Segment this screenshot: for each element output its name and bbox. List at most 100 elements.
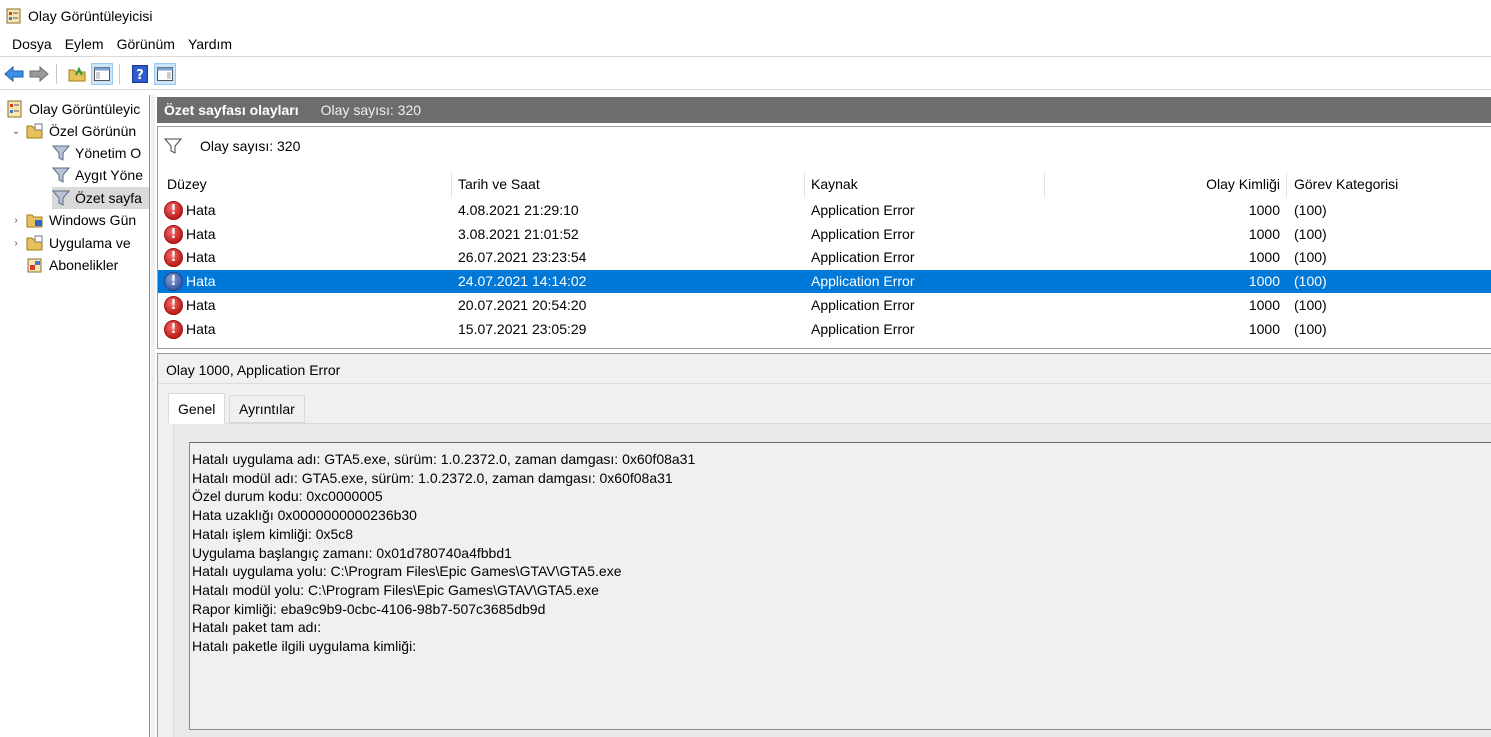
event-category: (100) <box>1294 202 1327 218</box>
description-line: Hata uzaklığı 0x0000000000236b30 <box>192 507 417 524</box>
help-icon[interactable]: ? <box>129 63 151 85</box>
description-line: Hatalı uygulama adı: GTA5.exe, sürüm: 1.… <box>192 451 696 467</box>
forward-arrow-icon[interactable] <box>28 63 50 85</box>
summary-title: Özet sayfası olayları <box>164 102 299 118</box>
detail-title: Olay 1000, Application Error <box>166 362 341 378</box>
description-line: Hatalı paket tam adı: <box>192 619 322 636</box>
menu-yardim[interactable]: Yardım <box>182 33 238 55</box>
menu-bar: Dosya Eylem Görünüm Yardım <box>0 32 1491 57</box>
chevron-right-icon[interactable]: › <box>10 238 22 249</box>
description-line: Hatalı modül adı: GTA5.exe, sürüm: 1.0.2… <box>192 469 673 486</box>
toolbar-separator <box>56 63 57 84</box>
error-icon: ! <box>164 248 183 268</box>
tab-details[interactable]: Ayrıntılar <box>229 395 305 423</box>
event-source: Application Error <box>811 202 915 218</box>
tree-item-app-logs[interactable]: › Uygulama ve <box>10 232 130 254</box>
tree-item-summary-events[interactable]: Özet sayfa <box>51 187 149 209</box>
event-viewer-icon <box>6 100 24 118</box>
chevron-right-icon[interactable]: › <box>10 215 22 226</box>
event-source: Application Error <box>811 225 915 242</box>
error-icon: ! <box>164 272 183 292</box>
console-tree-icon[interactable] <box>91 62 113 85</box>
event-row[interactable]: ! Hata 15.07.2021 23:05:29 Application Erro… <box>158 318 1491 341</box>
event-row[interactable]: ! Hata 20.07.2021 20:54:20 Application Erro… <box>158 294 1491 317</box>
window-title: Olay Görüntüleyicisi <box>28 8 153 24</box>
toolbar-separator <box>119 63 120 84</box>
tree-item-admin-events[interactable]: Yönetim O <box>51 142 142 164</box>
event-datetime: 24.07.2021 14:14:02 <box>458 273 587 290</box>
event-level: Hata <box>186 320 216 337</box>
tab-content-general: Hatalı uygulama adı: GTA5.exe, sürüm: 1.… <box>173 423 1491 737</box>
chevron-down-icon[interactable]: ⌄ <box>10 126 22 137</box>
event-source: Application Error <box>811 273 915 290</box>
title-bar: Olay Görüntüleyicisi <box>0 0 1491 32</box>
menu-eylem[interactable]: Eylem <box>59 33 110 55</box>
column-header-level[interactable]: Düzey <box>167 172 207 196</box>
event-datetime: 20.07.2021 20:54:20 <box>458 296 587 313</box>
event-datetime: 4.08.2021 21:29:10 <box>458 202 579 218</box>
pane-splitter[interactable] <box>151 95 155 737</box>
tree-item-device-manager[interactable]: Aygıt Yöne <box>51 164 143 186</box>
event-category: (100) <box>1294 273 1327 290</box>
error-icon: ! <box>164 295 183 315</box>
svg-text:?: ? <box>136 68 144 83</box>
event-level: Hata <box>186 273 216 290</box>
column-header-source[interactable]: Kaynak <box>811 172 858 196</box>
tree-item-windows-logs[interactable]: › Windows Gün <box>10 209 136 231</box>
tree-item-label: Abonelikler <box>49 257 119 273</box>
column-header-category[interactable]: Görev Kategorisi <box>1294 172 1398 196</box>
tree-item-label: Olay Görüntüleyic <box>29 101 141 117</box>
back-arrow-icon[interactable] <box>3 63 25 85</box>
description-line: Uygulama başlangıç zamanı: 0x01d780740a4… <box>192 544 512 561</box>
event-row[interactable]: ! Hata 3.08.2021 21:01:52 Application Error… <box>158 223 1491 246</box>
event-row[interactable]: ! Hata 4.08.2021 21:29:10 Application Error… <box>158 199 1491 222</box>
summary-count: Olay sayısı: 320 <box>320 102 422 118</box>
event-level: Hata <box>186 225 216 242</box>
event-category: (100) <box>1294 320 1327 337</box>
event-datetime: 15.07.2021 23:05:29 <box>458 320 587 337</box>
event-row[interactable]: ! Hata 26.07.2021 23:23:54 Application Erro… <box>158 246 1491 269</box>
column-header-event-id[interactable]: Olay Kimliği <box>1048 172 1280 196</box>
event-viewer-icon <box>6 8 22 24</box>
menu-dosya[interactable]: Dosya <box>6 33 58 55</box>
app-logs-folder-icon <box>26 234 44 252</box>
custom-views-folder-icon <box>26 122 44 140</box>
event-datetime: 3.08.2021 21:01:52 <box>458 225 579 242</box>
action-pane-icon[interactable] <box>154 62 176 85</box>
detail-title-bar <box>158 354 1491 384</box>
column-divider[interactable] <box>1044 172 1045 198</box>
error-icon: ! <box>164 224 183 244</box>
error-icon: ! <box>164 319 183 339</box>
tree-item-label: Aygıt Yöne <box>75 167 143 183</box>
description-line: Hatalı uygulama yolu: C:\Program Files\E… <box>192 563 622 580</box>
summary-header: Özet sayfası olayları Olay sayısı: 320 <box>157 97 1491 123</box>
event-source: Application Error <box>811 320 915 337</box>
column-divider[interactable] <box>451 172 452 198</box>
tree-item-label: Yönetim O <box>75 145 142 161</box>
menu-gorunum[interactable]: Görünüm <box>111 33 181 55</box>
tree-item-label: Özel Görünün <box>49 123 137 139</box>
event-id: 1000 <box>1248 249 1280 266</box>
event-row[interactable]: ! Hata 24.07.2021 14:14:02 Application Erro… <box>158 270 1491 294</box>
event-datetime: 26.07.2021 23:23:54 <box>458 249 587 266</box>
event-category: (100) <box>1294 296 1327 313</box>
description-line: Rapor kimliği: eba9c9b9-0cbc-4106-98b7-5… <box>192 600 546 617</box>
tree-item-event-viewer[interactable]: Olay Görüntüleyic <box>6 98 140 120</box>
column-divider[interactable] <box>804 172 805 198</box>
tree-item-custom-views[interactable]: ⌄ Özel Görünün <box>10 120 136 142</box>
windows-logs-folder-icon <box>26 211 44 229</box>
event-category: (100) <box>1294 225 1327 242</box>
event-level: Hata <box>186 296 216 313</box>
event-description[interactable]: Hatalı uygulama adı: GTA5.exe, sürüm: 1.… <box>189 442 1491 730</box>
description-line: Hatalı işlem kimliği: 0x5c8 <box>192 525 354 542</box>
tree-item-subscriptions[interactable]: Abonelikler <box>26 254 118 276</box>
event-id: 1000 <box>1248 273 1280 290</box>
column-header-datetime[interactable]: Tarih ve Saat <box>458 172 540 196</box>
open-folder-icon[interactable] <box>66 63 88 85</box>
column-divider[interactable] <box>1286 172 1287 198</box>
description-line: Hatalı modül yolu: C:\Program Files\Epic… <box>192 581 599 598</box>
event-detail-panel: Olay 1000, Application Error Hatalı uygu… <box>157 353 1491 737</box>
filter-count: Olay sayısı: 320 <box>200 138 301 154</box>
tab-general[interactable]: Genel <box>168 393 226 424</box>
subscriptions-icon <box>26 256 44 274</box>
